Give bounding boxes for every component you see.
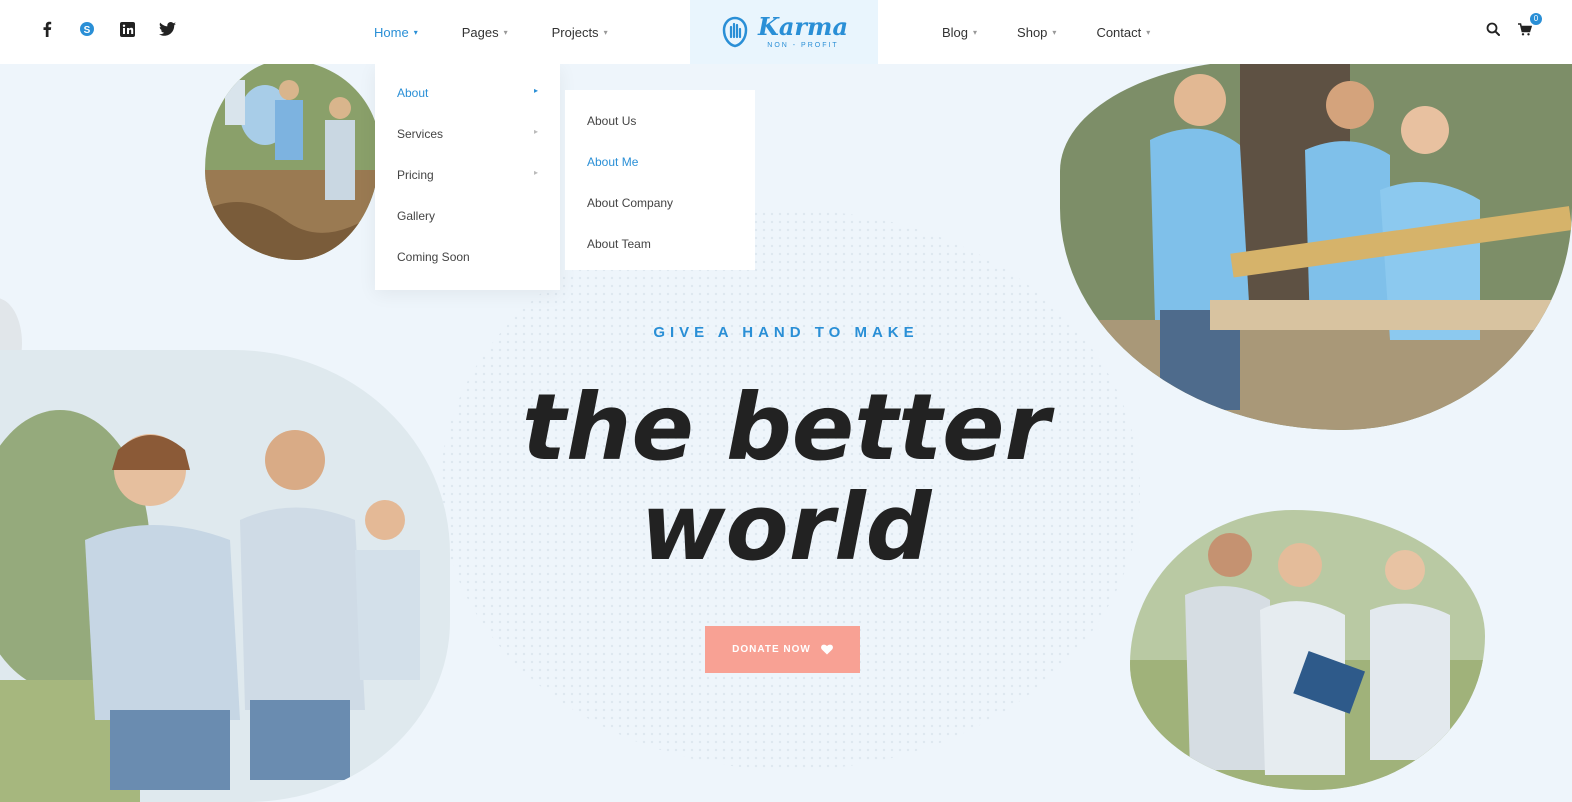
dropdown-item-label: Services bbox=[397, 127, 444, 141]
nav-home-label: Home bbox=[374, 24, 409, 40]
photo-volunteers-building bbox=[1060, 60, 1572, 430]
nav-contact-label: Contact bbox=[1096, 24, 1142, 40]
chevron-down-icon: ▾ bbox=[603, 27, 608, 37]
nav-shop-label: Shop bbox=[1017, 24, 1048, 40]
social-links: S bbox=[38, 20, 176, 38]
nav-blog[interactable]: Blog ▾ bbox=[942, 25, 977, 40]
submenu-item-about-company[interactable]: About Company bbox=[565, 196, 755, 237]
logo-name: Karma bbox=[758, 12, 848, 41]
about-submenu: About Us About Me About Company About Te… bbox=[565, 90, 755, 270]
skype-icon[interactable]: S bbox=[78, 20, 96, 38]
dropdown-item-label: Coming Soon bbox=[397, 250, 470, 264]
linkedin-icon[interactable] bbox=[118, 20, 136, 38]
dropdown-item-about[interactable]: About ▸ bbox=[375, 86, 560, 127]
dropdown-item-pricing[interactable]: Pricing ▸ bbox=[375, 168, 560, 209]
donate-button-label: DONATE NOW bbox=[732, 644, 811, 655]
dropdown-item-label: Pricing bbox=[397, 168, 434, 182]
chevron-down-icon: ▾ bbox=[1146, 27, 1151, 37]
hand-logo-icon bbox=[722, 16, 748, 48]
chevron-down-icon: ▾ bbox=[503, 27, 508, 37]
chevron-right-icon: ▸ bbox=[533, 168, 538, 177]
hero-headline: the better world bbox=[0, 378, 1572, 578]
cart-count-badge: 0 bbox=[1530, 12, 1542, 25]
logo-subtitle: NON - PROFIT bbox=[767, 42, 839, 49]
heart-icon bbox=[820, 644, 833, 655]
logo-text: Karma NON - PROFIT bbox=[758, 12, 848, 50]
submenu-item-about-us[interactable]: About Us bbox=[565, 114, 755, 155]
svg-text:S: S bbox=[84, 25, 91, 36]
dropdown-item-gallery[interactable]: Gallery bbox=[375, 209, 560, 250]
chevron-down-icon: ▾ bbox=[1052, 27, 1057, 37]
submenu-item-about-me[interactable]: About Me bbox=[565, 155, 755, 196]
dropdown-item-label: About bbox=[397, 86, 429, 100]
hero-headline-line2: world bbox=[640, 474, 932, 581]
photo-litter-pickup bbox=[205, 60, 380, 260]
dropdown-item-coming-soon[interactable]: Coming Soon bbox=[375, 250, 560, 291]
nav-blog-label: Blog bbox=[942, 24, 969, 40]
nav-projects[interactable]: Projects ▾ bbox=[552, 25, 608, 40]
nav-shop[interactable]: Shop ▾ bbox=[1017, 25, 1056, 40]
nav-pages-label: Pages bbox=[461, 24, 499, 40]
nav-contact[interactable]: Contact ▾ bbox=[1096, 25, 1150, 40]
main-nav-left: Home ▾ Pages ▾ Projects ▾ bbox=[374, 0, 608, 64]
header-tools: 0 bbox=[1486, 12, 1542, 41]
twitter-icon[interactable] bbox=[158, 20, 176, 38]
main-nav-right: Blog ▾ Shop ▾ Contact ▾ bbox=[942, 0, 1150, 64]
facebook-icon[interactable] bbox=[38, 20, 56, 38]
chevron-right-icon: ▸ bbox=[533, 127, 538, 136]
cart-button[interactable]: 0 bbox=[1518, 12, 1542, 41]
hero-tagline: GIVE A HAND TO MAKE bbox=[653, 324, 919, 341]
site-header: S Home ▾ Pages ▾ Projects ▾ Karma NON - bbox=[0, 0, 1572, 64]
chevron-right-icon: ▸ bbox=[533, 86, 538, 95]
submenu-item-about-team[interactable]: About Team bbox=[565, 237, 755, 278]
chevron-down-icon: ▾ bbox=[973, 27, 978, 37]
nav-pages[interactable]: Pages ▾ bbox=[462, 25, 508, 40]
search-icon[interactable] bbox=[1486, 22, 1500, 41]
nav-projects-label: Projects bbox=[551, 24, 599, 40]
hero-headline-line1: the better bbox=[522, 374, 1050, 481]
site-logo[interactable]: Karma NON - PROFIT bbox=[690, 0, 878, 64]
dropdown-item-label: Gallery bbox=[397, 209, 436, 223]
donate-button[interactable]: DONATE NOW bbox=[705, 626, 860, 673]
home-dropdown-menu: About ▸ Services ▸ Pricing ▸ Gallery Com… bbox=[375, 64, 560, 290]
nav-home[interactable]: Home ▾ bbox=[374, 25, 418, 40]
chevron-down-icon: ▾ bbox=[413, 27, 418, 37]
dropdown-item-services[interactable]: Services ▸ bbox=[375, 127, 560, 168]
cart-icon bbox=[1518, 22, 1533, 35]
